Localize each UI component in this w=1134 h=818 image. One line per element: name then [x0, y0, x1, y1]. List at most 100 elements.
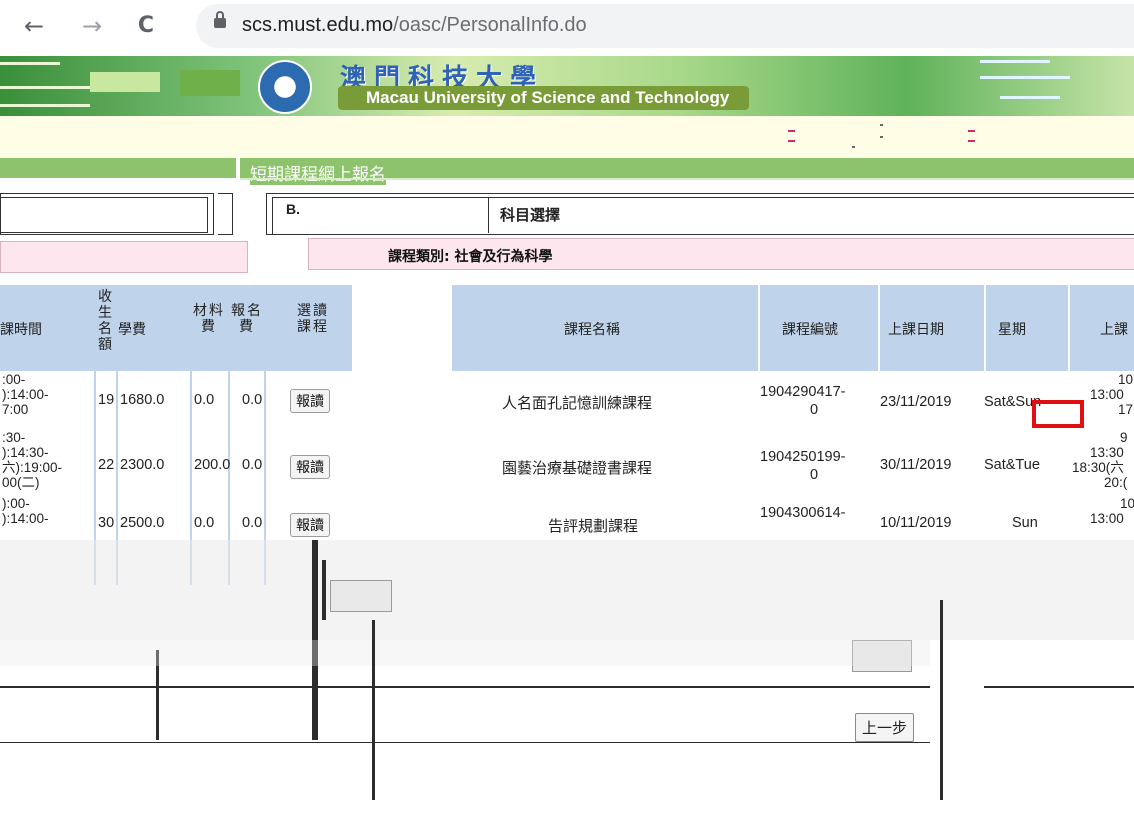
time-line: ):14:30- — [2, 445, 49, 460]
tuition-value: 2300.0 — [120, 457, 165, 473]
decor-mark — [968, 140, 975, 142]
decor-mark — [852, 146, 855, 148]
university-seal-icon — [258, 60, 312, 114]
banner-decor — [0, 62, 60, 65]
header-divider — [1068, 285, 1070, 371]
col-material-header: 材料費 — [193, 303, 225, 335]
section-letter: B. — [286, 201, 300, 217]
banner-decor — [180, 70, 240, 96]
header-divider — [758, 285, 760, 371]
course-code-suffix: 0 — [810, 402, 819, 418]
render-artifact — [0, 540, 1134, 640]
back-arrow-icon[interactable]: ← — [16, 8, 52, 44]
header-divider — [878, 285, 880, 371]
category-bar-left — [0, 241, 248, 273]
decor-mark — [880, 124, 883, 126]
left-table-header: 課時間 收生名額 學費 材料費 報名費 選讀課程 — [0, 285, 352, 371]
enroll-button[interactable]: 報讀 — [290, 389, 330, 413]
section-divider — [488, 197, 489, 233]
registration-fee-value: 0.0 — [242, 457, 263, 473]
lock-icon — [214, 11, 226, 28]
course-code: 1904250199- — [760, 449, 846, 465]
frame-edge — [218, 193, 233, 235]
university-banner: 澳門科技大學 Macau University of Science and T… — [0, 56, 1134, 116]
material-fee-value: 0.0 — [194, 515, 215, 531]
banner-decor — [0, 104, 90, 107]
course-time: 20:( — [1104, 475, 1128, 490]
banner-decor — [1000, 96, 1060, 99]
url-path: /oasc/PersonalInfo.do — [393, 14, 587, 36]
col-course-name-header: 課程名稱 — [564, 322, 620, 338]
decor-mark — [968, 130, 975, 132]
render-artifact — [984, 686, 1134, 688]
course-time: 17 — [1118, 402, 1134, 417]
course-date: 23/11/2019 — [880, 394, 952, 410]
registration-fee-value: 0.0 — [242, 515, 263, 531]
course-name: 人名面孔記憶訓練課程 — [502, 394, 653, 412]
course-time: 13:00 — [1090, 511, 1124, 526]
decor-mark — [880, 136, 883, 138]
decor-mark — [788, 130, 795, 132]
course-code: 1904300614- — [760, 505, 846, 521]
url-host: scs.must.edu.mo — [242, 14, 394, 36]
course-code: 1904290417- — [760, 384, 846, 400]
course-time: 13:30 — [1090, 445, 1124, 460]
reload-icon[interactable]: C — [128, 8, 164, 44]
course-date: 10/11/2019 — [880, 515, 952, 531]
user-info-strip — [0, 116, 1134, 158]
banner-decor — [90, 72, 160, 92]
course-weekday: Sun — [1012, 515, 1038, 531]
course-code-suffix: 0 — [810, 467, 819, 483]
material-fee-value: 200.0 — [194, 457, 231, 473]
col-date-header: 上課日期 — [888, 322, 944, 338]
course-time: 9 — [1120, 430, 1128, 445]
registration-fee-value: 0.0 — [242, 392, 263, 408]
title-bar-gap — [236, 158, 240, 178]
course-time: 10 — [1118, 372, 1134, 387]
course-time: 10 — [1120, 496, 1134, 511]
decor-mark — [788, 140, 795, 142]
time-line: :30- — [2, 430, 26, 445]
time-line: ):14:00- — [2, 511, 49, 526]
col-select-header: 選讀課程 — [297, 303, 329, 335]
course-time: 18:30(六 — [1072, 460, 1124, 475]
enroll-button[interactable]: 報讀 — [290, 513, 330, 537]
render-artifact — [0, 742, 930, 743]
col-registration-header: 報名費 — [231, 303, 263, 335]
header-divider — [984, 285, 986, 371]
forward-arrow-icon[interactable]: → — [74, 8, 110, 44]
render-artifact — [0, 640, 930, 666]
left-frame-inner — [0, 197, 208, 233]
time-line: 00(二) — [2, 475, 40, 490]
course-name: 告評規劃課程 — [548, 517, 639, 535]
course-category: 課程類別: 社會及行為科學 — [388, 249, 553, 265]
divider — [240, 178, 1134, 180]
render-artifact — [322, 560, 326, 620]
previous-step-button[interactable]: 上一步 — [855, 713, 915, 742]
render-artifact — [940, 600, 943, 800]
section-frame-inner — [272, 197, 1134, 234]
enroll-button[interactable]: 報讀 — [290, 455, 330, 479]
time-line: ):00- — [2, 496, 30, 511]
time-line: 7:00 — [2, 402, 29, 417]
col-quota-header: 收生名額 — [98, 289, 112, 353]
course-date: 30/11/2019 — [880, 457, 952, 473]
right-table-header: 課程名稱 課程編號 上課日期 星期 上課 — [452, 285, 1134, 371]
url-text[interactable]: scs.must.edu.mo/oasc/PersonalInfo.do — [242, 14, 587, 37]
time-line: 六):19:00- — [2, 460, 63, 475]
browser-toolbar: ← → C scs.must.edu.mo/oasc/PersonalInfo.… — [0, 0, 1134, 57]
title-bar — [0, 158, 1134, 178]
section-title: 科目選擇 — [500, 206, 561, 224]
university-en-name: Macau University of Science and Technolo… — [338, 86, 750, 110]
render-artifact — [330, 580, 392, 612]
tuition-value: 1680.0 — [120, 392, 165, 408]
time-line: ):14:00- — [2, 387, 49, 402]
page-title: 短期課程網上報名 — [250, 160, 386, 185]
quota-value: 30 — [98, 515, 115, 531]
address-bar[interactable]: scs.must.edu.mo/oasc/PersonalInfo.do — [196, 4, 1134, 48]
tuition-value: 2500.0 — [120, 515, 165, 531]
banner-decor — [980, 76, 1070, 79]
col-weekday-header: 星期 — [998, 322, 1026, 338]
col-time-header: 上課 — [1100, 322, 1128, 338]
course-time: 13:00 — [1090, 387, 1124, 402]
